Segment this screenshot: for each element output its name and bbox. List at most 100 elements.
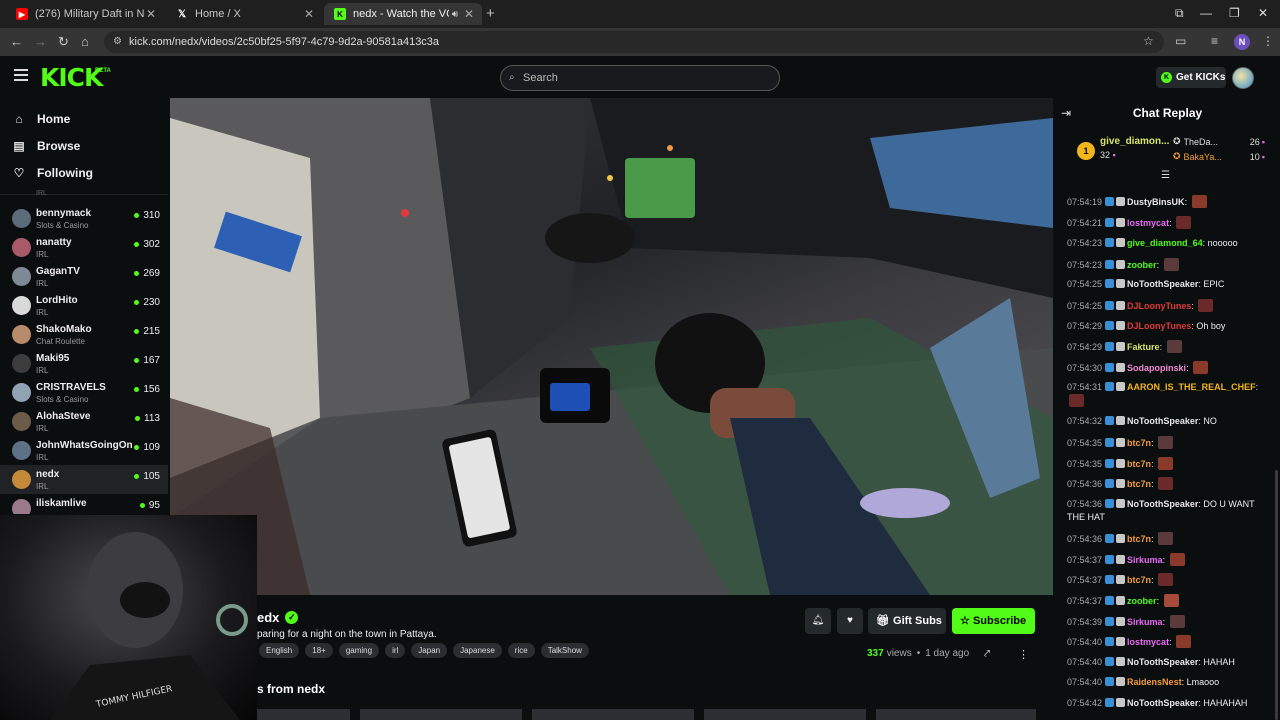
badge-icon	[1105, 677, 1115, 686]
chat-username[interactable]: DustyBinsUK	[1127, 197, 1185, 207]
menu-kebab-icon[interactable]: ⋮	[1262, 34, 1274, 48]
more-options-icon[interactable]: ⋮	[1018, 648, 1029, 661]
chat-username[interactable]: lostmycat	[1127, 218, 1169, 228]
chat-timestamp: 07:54:36	[1067, 534, 1103, 544]
badge-icon	[1116, 575, 1126, 584]
video-thumbnail[interactable]	[532, 709, 694, 720]
tag-chip[interactable]: English	[259, 643, 300, 658]
channel-item-maki95[interactable]: Maki95 IRL 167	[0, 349, 168, 378]
gift-subs-button[interactable]: 🎁︎ Gift Subs	[868, 608, 946, 634]
tag-chip[interactable]: TalkShow	[540, 643, 589, 658]
chat-username[interactable]: btc7n	[1127, 459, 1151, 469]
tag-chip[interactable]: Japan	[411, 643, 448, 658]
chat-message: 07:54:36 btc7n:	[1067, 532, 1272, 546]
get-kicks-button[interactable]: K Get KICKs	[1156, 67, 1226, 88]
tab-search-icon[interactable]: ⧉	[1175, 6, 1184, 21]
nav-home[interactable]: ⌂ Home	[12, 112, 70, 126]
minimize-icon[interactable]: —	[1200, 6, 1212, 20]
channel-item-cristravels[interactable]: CRISTRAVELS Slots & Casino 156	[0, 378, 168, 407]
browser-tab-youtube[interactable]: ▶ (276) Military Daft in Northern ✕	[6, 3, 164, 25]
chat-username[interactable]: NoToothSpeaker	[1127, 416, 1198, 426]
channel-item-bennymack[interactable]: bennymack Slots & Casino 310	[0, 204, 168, 233]
maximize-icon[interactable]: ❐	[1229, 6, 1240, 20]
tag-chip[interactable]: rice	[507, 643, 535, 658]
channel-item-lordhito[interactable]: LordHito IRL 230	[0, 291, 168, 320]
subscribe-button[interactable]: ☆ Subscribe	[952, 608, 1035, 634]
notification-bell-button[interactable]: 🔔︎	[805, 608, 831, 634]
home-icon[interactable]: ⌂	[81, 34, 89, 49]
hamburger-menu-icon[interactable]	[14, 69, 28, 81]
chat-username[interactable]: AARON_IS_THE_REAL_CHEF	[1127, 382, 1256, 392]
kick-logo[interactable]: KICK	[40, 63, 103, 92]
nav-browse[interactable]: ▤ Browse	[12, 139, 80, 153]
channel-item-nedx[interactable]: nedx IRL 105	[0, 465, 168, 494]
search-input[interactable]: ⌕ Search	[500, 65, 780, 91]
tag-chip[interactable]: irl	[385, 643, 406, 658]
video-thumbnail[interactable]	[704, 709, 866, 720]
chat-username[interactable]: NoToothSpeaker	[1127, 698, 1198, 708]
browser-tab-kick[interactable]: K nedx - Watch the VOD on K 🔊︎ ✕	[324, 3, 482, 25]
video-thumbnail[interactable]	[360, 709, 522, 720]
tag-chip[interactable]: gaming	[338, 643, 380, 658]
browser-tab-x[interactable]: 𝕏 Home / X ✕	[166, 3, 322, 25]
channel-name[interactable]: edx ✓	[257, 610, 299, 625]
chat-username[interactable]: btc7n	[1127, 575, 1151, 585]
forward-icon[interactable]: →	[34, 34, 47, 49]
chat-username[interactable]: NoToothSpeaker	[1127, 499, 1198, 509]
gift-icon: 🎁︎	[876, 615, 890, 627]
nav-following[interactable]: ♡ Following	[12, 166, 93, 180]
site-info-icon[interactable]: ⚙	[113, 31, 122, 53]
media-control-icon[interactable]: ≡	[1211, 34, 1218, 48]
cast-icon[interactable]: ▭	[1175, 34, 1186, 48]
bookmark-star-icon[interactable]: ☆	[1143, 34, 1154, 48]
back-icon[interactable]: ←	[10, 34, 23, 49]
chat-username[interactable]: DJLoonyTunes	[1127, 301, 1191, 311]
channel-item-alohasteve[interactable]: AlohaSteve IRL 113	[0, 407, 168, 436]
url-field[interactable]: ⚙ kick.com/nedx/videos/2c50bf25-5f97-4c7…	[104, 31, 1164, 53]
chat-username[interactable]: btc7n	[1127, 438, 1151, 448]
chat-message: 07:54:29 Fakture:	[1067, 340, 1272, 354]
chat-timestamp: 07:54:40	[1067, 637, 1103, 647]
chat-username[interactable]: give_diamond_64	[1127, 238, 1203, 248]
leaderboard-row[interactable]: ✪ TheDa... 26 ▪	[1173, 136, 1265, 147]
channel-item-shakomako[interactable]: ShakoMako Chat Roulette 215	[0, 320, 168, 349]
chat-username[interactable]: Fakture	[1127, 342, 1160, 352]
speaker-icon[interactable]: 🔊︎	[452, 9, 458, 20]
search-icon: ⌕	[509, 72, 515, 83]
channel-item-nanatty[interactable]: nanatty IRL 302	[0, 233, 168, 262]
chat-username[interactable]: RaidensNest	[1127, 677, 1182, 687]
chat-scrollbar[interactable]	[1275, 470, 1278, 720]
filter-icon[interactable]: ☰	[1161, 170, 1170, 181]
badge-icon	[1116, 534, 1126, 543]
tag-chip[interactable]: Japanese	[453, 643, 502, 658]
close-icon[interactable]: ✕	[304, 7, 314, 21]
video-thumbnail[interactable]	[257, 709, 350, 720]
video-thumbnail[interactable]	[876, 709, 1036, 720]
chat-username[interactable]: btc7n	[1127, 534, 1151, 544]
chat-username[interactable]: NoToothSpeaker	[1127, 279, 1198, 289]
close-icon[interactable]: ✕	[146, 7, 156, 21]
close-icon[interactable]: ✕	[464, 7, 474, 21]
chat-username[interactable]: NoToothSpeaker	[1127, 657, 1198, 667]
reload-icon[interactable]: ↻	[58, 34, 69, 50]
chat-username[interactable]: Sirkuma	[1127, 555, 1163, 565]
chat-username[interactable]: Sodapopinski	[1127, 363, 1186, 373]
channel-item-iliskamlive[interactable]: iliskamlive 95	[0, 494, 168, 514]
leaderboard-row[interactable]: ✪ BakaYa... 10 ▪	[1173, 151, 1265, 162]
user-avatar[interactable]	[1232, 67, 1254, 89]
channel-item-gagantv[interactable]: GaganTV IRL 269	[0, 262, 168, 291]
chat-username[interactable]: Sirkuma	[1127, 617, 1163, 627]
chat-username[interactable]: lostmycat	[1127, 637, 1169, 647]
profile-avatar[interactable]: N	[1234, 34, 1250, 50]
video-player[interactable]	[170, 98, 1053, 595]
chat-username[interactable]: zoober	[1127, 260, 1157, 270]
new-tab-icon[interactable]: +	[486, 5, 495, 22]
chat-username[interactable]: btc7n	[1127, 479, 1151, 489]
follow-heart-button[interactable]: ♥	[837, 608, 863, 634]
channel-item-johnwhatsgoingon[interactable]: JohnWhatsGoingOn IRL 109	[0, 436, 168, 465]
close-window-icon[interactable]: ✕	[1258, 6, 1268, 20]
share-icon[interactable]: ⤤	[984, 648, 990, 661]
chat-username[interactable]: DJLoonyTunes	[1127, 321, 1191, 331]
tag-chip[interactable]: 18+	[305, 643, 333, 658]
chat-username[interactable]: zoober	[1127, 596, 1157, 606]
